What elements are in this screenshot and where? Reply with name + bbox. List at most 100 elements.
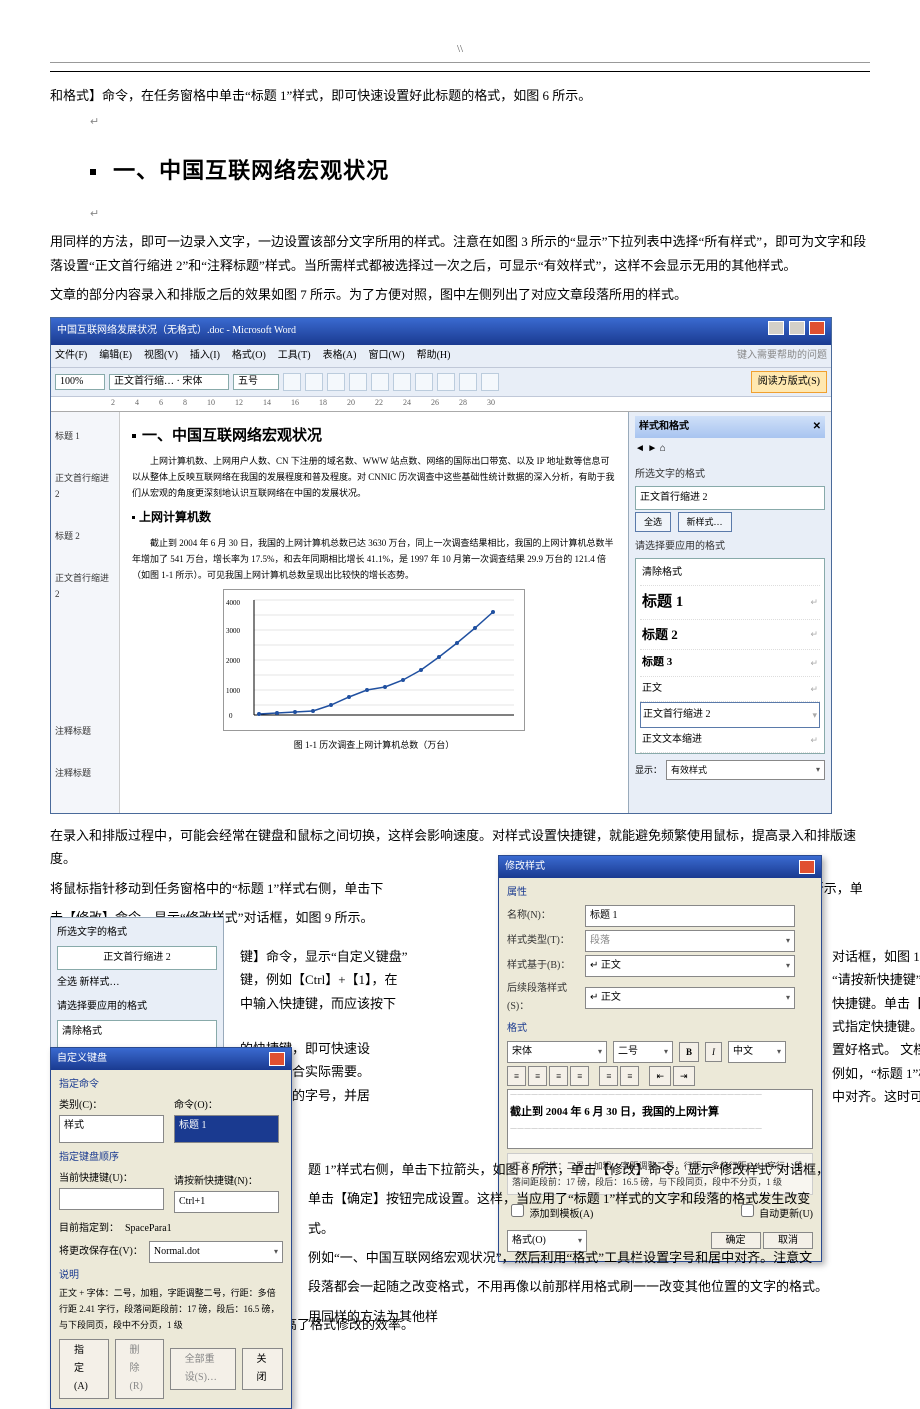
style-item-selected[interactable]: 正文首行缩进 2▾: [640, 702, 820, 728]
style-item[interactable]: 标题 1↵: [640, 586, 820, 620]
list-icon[interactable]: [437, 373, 455, 391]
document-area[interactable]: 一、中国互联网络宏观状况 上网计算机数、上网用户人数、CN 下注册的域名数、WW…: [120, 412, 628, 814]
style-list-top[interactable]: 清除格式: [57, 1020, 217, 1048]
menu-help[interactable]: 帮助(H): [417, 347, 451, 365]
close-button[interactable]: 关闭: [242, 1348, 284, 1390]
help-hint[interactable]: 键入需要帮助的问题: [737, 347, 827, 365]
align-center-icon[interactable]: [371, 373, 389, 391]
menu-insert[interactable]: 插入(I): [190, 347, 220, 365]
align-right-icon[interactable]: ≡: [549, 1066, 568, 1086]
italic-icon[interactable]: I: [705, 1042, 722, 1062]
menu-view[interactable]: 视图(V): [144, 347, 178, 365]
styles-task-pane[interactable]: 样式和格式 ✕ ◄ ► ⌂ 所选文字的格式 正文首行缩进 2 全选 新样式… 请…: [628, 412, 831, 814]
select-all-button[interactable]: 全选: [635, 512, 671, 532]
doc-para-2: 截止到 2004 年 6 月 30 日，我国的上网计算机总数已达 3630 万台…: [132, 535, 616, 584]
maximize-icon[interactable]: [789, 321, 805, 335]
label-selected: 所选文字的格式: [57, 924, 217, 942]
close-icon[interactable]: [809, 321, 825, 335]
category-list[interactable]: 样式: [59, 1115, 164, 1143]
selected-style[interactable]: 正文首行缩进 2: [57, 946, 217, 970]
line-spacing-icon[interactable]: ≡: [599, 1066, 618, 1086]
doc-heading-2: 上网计算机数: [132, 507, 616, 529]
menu-edit[interactable]: 编辑(E): [99, 347, 132, 365]
size-select[interactable]: 二号▾: [613, 1041, 673, 1063]
zoom-input[interactable]: 100%: [55, 374, 105, 390]
page-mark: \\: [50, 40, 870, 63]
window-titlebar[interactable]: 中国互联网络发展状况（无格式）.doc - Microsoft Word: [51, 318, 831, 345]
nav-icons[interactable]: ◄ ► ⌂: [635, 438, 825, 460]
lang-select[interactable]: 中文▾: [728, 1041, 786, 1063]
font-select[interactable]: 宋体▾: [507, 1041, 607, 1063]
pane-title[interactable]: 样式和格式 ✕: [635, 416, 825, 438]
indent-icon[interactable]: [459, 373, 477, 391]
menu-tools[interactable]: 工具(T): [278, 347, 311, 365]
style-label: 正文首行缩进 2: [55, 570, 115, 602]
style-item[interactable]: 注释标题↵: [640, 753, 820, 754]
new-style-button[interactable]: 新样式…: [80, 977, 120, 988]
style-item[interactable]: 正文文本缩进↵: [640, 728, 820, 753]
style-selector[interactable]: 正文首行缩… · 宋体: [109, 374, 229, 390]
indent-dec-icon[interactable]: ⇤: [649, 1066, 671, 1086]
align-left-icon[interactable]: ≡: [507, 1066, 526, 1086]
style-item[interactable]: 标题 3↵: [640, 650, 820, 677]
return-symbol: ↵: [90, 113, 870, 133]
baseon-select[interactable]: ↵ 正文▾: [585, 955, 795, 977]
align-center-icon[interactable]: ≡: [528, 1066, 547, 1086]
chart-box: 0 1000 2000 3000 4000: [223, 589, 525, 731]
chart-svg: 0 1000 2000 3000 4000: [224, 590, 524, 730]
bold-icon[interactable]: [283, 373, 301, 391]
line-spacing-icon[interactable]: ≡: [620, 1066, 639, 1086]
align-left-icon[interactable]: [349, 373, 367, 391]
next-select[interactable]: ↵ 正文▾: [585, 987, 795, 1009]
menu-file[interactable]: 文件(F): [55, 347, 87, 365]
close-icon[interactable]: [269, 1052, 285, 1066]
pane-title-text: 样式和格式: [639, 418, 689, 436]
style-item[interactable]: 标题 2↵: [640, 620, 820, 650]
show-select[interactable]: 有效样式▾: [666, 760, 825, 780]
current-keys-box[interactable]: [59, 1188, 164, 1210]
style-item-clear[interactable]: 清除格式: [640, 561, 820, 586]
align-justify-icon[interactable]: ≡: [570, 1066, 589, 1086]
style-label: 注释标题: [55, 765, 115, 781]
font-color-icon[interactable]: [481, 373, 499, 391]
indent-inc-icon[interactable]: ⇥: [673, 1066, 695, 1086]
menu-format[interactable]: 格式(O): [232, 347, 266, 365]
align-right-icon[interactable]: [393, 373, 411, 391]
section-cmd: 指定命令: [59, 1076, 283, 1094]
ruler-tick: 4: [135, 396, 139, 410]
new-key-field[interactable]: Ctrl+1: [174, 1191, 279, 1213]
command-list[interactable]: 标题 1: [174, 1115, 279, 1143]
reset-button: 全部重设(S)…: [170, 1348, 236, 1390]
close-icon[interactable]: [799, 860, 815, 874]
bold-icon[interactable]: B: [679, 1042, 699, 1062]
toolbar-1[interactable]: 100% 正文首行缩… · 宋体 五号 阅读方版式(S): [51, 367, 831, 397]
svg-text:4000: 4000: [226, 599, 241, 607]
savein-select[interactable]: Normal.dot▾: [149, 1241, 283, 1263]
label-selected-format: 所选文字的格式: [635, 466, 825, 484]
align-justify-icon[interactable]: [415, 373, 433, 391]
label-type: 样式类型(T)：: [507, 932, 579, 950]
font-size-selector[interactable]: 五号: [233, 374, 279, 390]
minimize-icon[interactable]: [768, 321, 784, 335]
para-3: 文章的部分内容录入和排版之后的效果如图 7 所示。为了方便对照，图中左侧列出了对…: [50, 283, 870, 306]
menu-window[interactable]: 窗口(W): [368, 347, 404, 365]
underline-icon[interactable]: [327, 373, 345, 391]
read-mode-button[interactable]: 阅读方版式(S): [751, 371, 827, 393]
select-all-button[interactable]: 全选: [57, 977, 77, 988]
style-item[interactable]: 正文↵: [640, 677, 820, 702]
ruler-tick: 20: [347, 396, 355, 410]
name-field[interactable]: 标题 1: [585, 905, 795, 927]
selected-style-box[interactable]: 正文首行缩进 2: [635, 486, 825, 510]
figure-10-customize-keyboard-dialog[interactable]: 自定义键盘 指定命令 类别(C)： 样式 命令(O)： 标题 1 指定键盘顺序 …: [50, 1047, 292, 1409]
new-style-button[interactable]: 新样式…: [678, 512, 732, 532]
ruler-tick: 8: [183, 396, 187, 410]
assign-button[interactable]: 指定(A): [59, 1339, 109, 1399]
style-list[interactable]: 清除格式 标题 1↵ 标题 2↵ 标题 3↵ 正文↵ 正文首行缩进 2▾ 正文文…: [635, 558, 825, 754]
doc-para-1: 上网计算机数、上网用户人数、CN 下注册的域名数、WWW 站点数、网络的国际出口…: [132, 453, 616, 502]
section-attr: 属性: [507, 884, 813, 902]
italic-icon[interactable]: [305, 373, 323, 391]
menu-table[interactable]: 表格(A): [323, 347, 357, 365]
pane-close-icon[interactable]: ✕: [813, 418, 821, 436]
menu-bar[interactable]: 文件(F) 编辑(E) 视图(V) 插入(I) 格式(O) 工具(T) 表格(A…: [51, 345, 831, 367]
ruler[interactable]: 2 4 6 8 10 12 14 16 18 20 22 24 26 28 30: [51, 397, 831, 412]
